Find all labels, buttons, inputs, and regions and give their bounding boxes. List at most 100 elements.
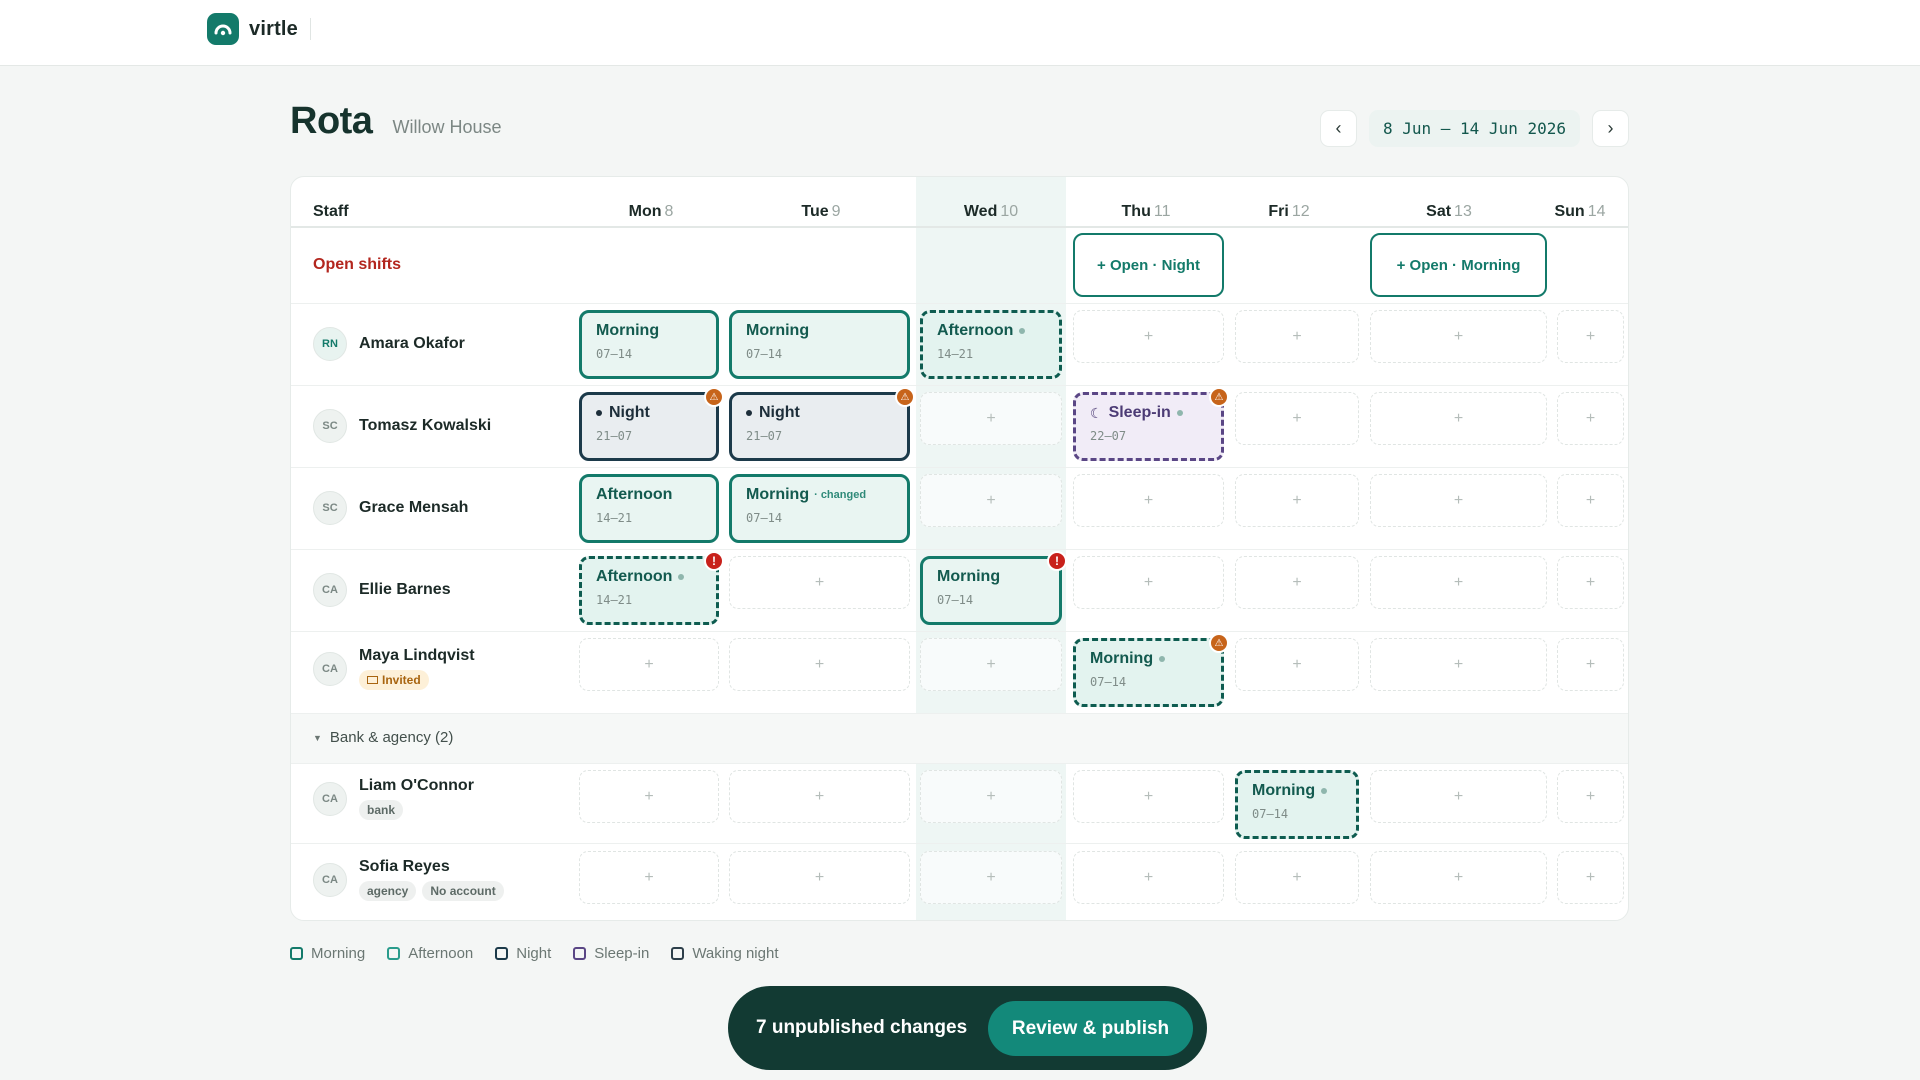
header-divider [291,226,1628,228]
review-publish-button[interactable]: Review & publish [988,1001,1193,1056]
shift-liam-fri[interactable]: Morning 07–14 [1235,770,1359,839]
legend-afternoon: Afternoon [387,945,473,962]
staff-row-liam[interactable]: CA Liam O'Connor bank [313,777,474,820]
add-shift-maya-tue[interactable]: + [729,638,910,691]
add-shift-grace-thu[interactable]: + [1073,474,1224,527]
shift-tomasz-tue[interactable]: Night 21–07 ⚠ [729,387,915,461]
add-shift-maya-sat[interactable]: + [1370,638,1547,691]
add-shift-liam-sat[interactable]: + [1370,770,1547,823]
row-divider [291,303,1628,304]
shift-tomasz-mon[interactable]: Night 21–07 ⚠ [579,387,724,461]
brand[interactable]: virtle [207,13,312,45]
day-header-sun: Sun 14 [1554,203,1606,220]
add-shift-sofia-sun[interactable]: + [1557,851,1624,904]
shift-grace-tue[interactable]: Morning · changed 07–14 [729,474,910,543]
add-shift-ellie-fri[interactable]: + [1235,556,1359,609]
day-header-mon: Mon 8 [628,203,674,220]
add-shift-amara-fri[interactable]: + [1235,310,1359,363]
shift-ellie-wed[interactable]: Morning 07–14 ! [920,551,1067,625]
add-shift-maya-mon[interactable]: + [579,638,719,691]
open-shift-thu-night[interactable]: + Open · Night [1073,233,1224,297]
staff-row-amara[interactable]: RN Amara Okafor [313,327,465,361]
add-shift-grace-fri[interactable]: + [1235,474,1359,527]
week-navigator: ‹ 8 Jun – 14 Jun 2026 › [1319,110,1629,147]
legend-swatch [671,947,685,960]
shift-grace-mon[interactable]: Afternoon 14–21 [579,474,719,543]
shift-amara-mon[interactable]: Morning 07–14 [579,310,719,379]
draft-dot [1159,656,1166,662]
add-shift-maya-fri[interactable]: + [1235,638,1359,691]
staff-row-ellie[interactable]: CA Ellie Barnes [313,573,451,607]
legend-night: Night [495,945,551,962]
publish-bar: 7 unpublished changes Review & publish [728,986,1207,1070]
top-bar: virtle [0,0,1920,66]
staff-name: Liam O'Connor [359,777,474,794]
add-shift-sofia-mon[interactable]: + [579,851,719,904]
group-toggle-bank-agency[interactable]: ▼ Bank & agency (2) [313,729,453,746]
staff-name: Grace Mensah [359,499,469,516]
add-shift-sofia-tue[interactable]: + [729,851,910,904]
add-shift-sofia-wed[interactable]: + [920,851,1062,904]
staff-name: Tomasz Kowalski [359,417,492,434]
add-shift-tomasz-fri[interactable]: + [1235,392,1359,445]
prev-week-button[interactable]: ‹ [1319,110,1357,147]
staff-row-sofia[interactable]: CA Sofia Reyes agency No account [313,858,510,901]
error-icon[interactable]: ! [1047,551,1067,571]
draft-dot [1019,328,1026,334]
warning-icon[interactable]: ⚠ [704,387,724,407]
add-shift-maya-sun[interactable]: + [1557,638,1624,691]
brand-name: virtle [249,17,299,40]
day-header-tue: Tue 9 [801,203,841,220]
error-icon[interactable]: ! [704,551,724,571]
add-shift-grace-sun[interactable]: + [1557,474,1624,527]
day-header-thu: Thu 11 [1121,203,1171,220]
add-shift-amara-thu[interactable]: + [1073,310,1224,363]
staff-name: Amara Okafor [359,335,465,352]
avatar: CA [313,651,347,686]
add-shift-grace-wed[interactable]: + [920,474,1062,527]
warning-icon[interactable]: ⚠ [895,387,915,407]
add-shift-liam-wed[interactable]: + [920,770,1062,823]
add-shift-amara-sun[interactable]: + [1557,310,1624,363]
shift-tomasz-thu[interactable]: ☾ Sleep-in 22–07 ⚠ [1073,387,1229,461]
add-shift-ellie-tue[interactable]: + [729,556,910,609]
shift-maya-thu[interactable]: Morning 07–14 ⚠ [1073,633,1229,707]
avatar: RN [313,327,347,361]
brand-divider [310,18,312,40]
warning-icon[interactable]: ⚠ [1209,633,1229,653]
warning-icon[interactable]: ⚠ [1209,387,1229,407]
add-shift-sofia-thu[interactable]: + [1073,851,1224,904]
add-shift-ellie-sun[interactable]: + [1557,556,1624,609]
add-shift-maya-wed[interactable]: + [920,638,1062,691]
add-shift-sofia-fri[interactable]: + [1235,851,1359,904]
staff-column-header: Staff [313,203,349,220]
legend-swatch [290,947,303,960]
staff-name: Ellie Barnes [359,581,451,598]
legend-swatch [387,947,401,960]
staff-row-maya[interactable]: CA Maya Lindqvist Invited [313,647,475,690]
shift-amara-tue[interactable]: Morning 07–14 [729,310,910,379]
add-shift-sofia-sat[interactable]: + [1370,851,1547,904]
add-shift-grace-sat[interactable]: + [1370,474,1547,527]
day-header-wed: Wed 10 [963,203,1019,220]
add-shift-liam-tue[interactable]: + [729,770,910,823]
add-shift-liam-thu[interactable]: + [1073,770,1224,823]
avatar: CA [313,862,347,897]
add-shift-tomasz-sat[interactable]: + [1370,392,1547,445]
staff-row-grace[interactable]: SC Grace Mensah [313,491,468,525]
staff-name: Maya Lindqvist [359,647,475,664]
row-divider [291,763,1628,764]
add-shift-tomasz-wed[interactable]: + [920,392,1062,445]
day-header-fri: Fri 12 [1268,203,1310,220]
add-shift-tomasz-sun[interactable]: + [1557,392,1624,445]
add-shift-amara-sat[interactable]: + [1370,310,1547,363]
shift-amara-wed[interactable]: Afternoon 14–21 [920,310,1062,379]
next-week-button[interactable]: › [1592,110,1629,147]
add-shift-ellie-thu[interactable]: + [1073,556,1224,609]
add-shift-ellie-sat[interactable]: + [1370,556,1547,609]
add-shift-liam-sun[interactable]: + [1557,770,1624,823]
staff-row-tomasz[interactable]: SC Tomasz Kowalski [313,409,491,443]
shift-ellie-mon[interactable]: Afternoon 14–21 ! [579,551,724,625]
open-shift-sat-morning[interactable]: + Open · Morning [1370,233,1547,297]
add-shift-liam-mon[interactable]: + [579,770,719,823]
